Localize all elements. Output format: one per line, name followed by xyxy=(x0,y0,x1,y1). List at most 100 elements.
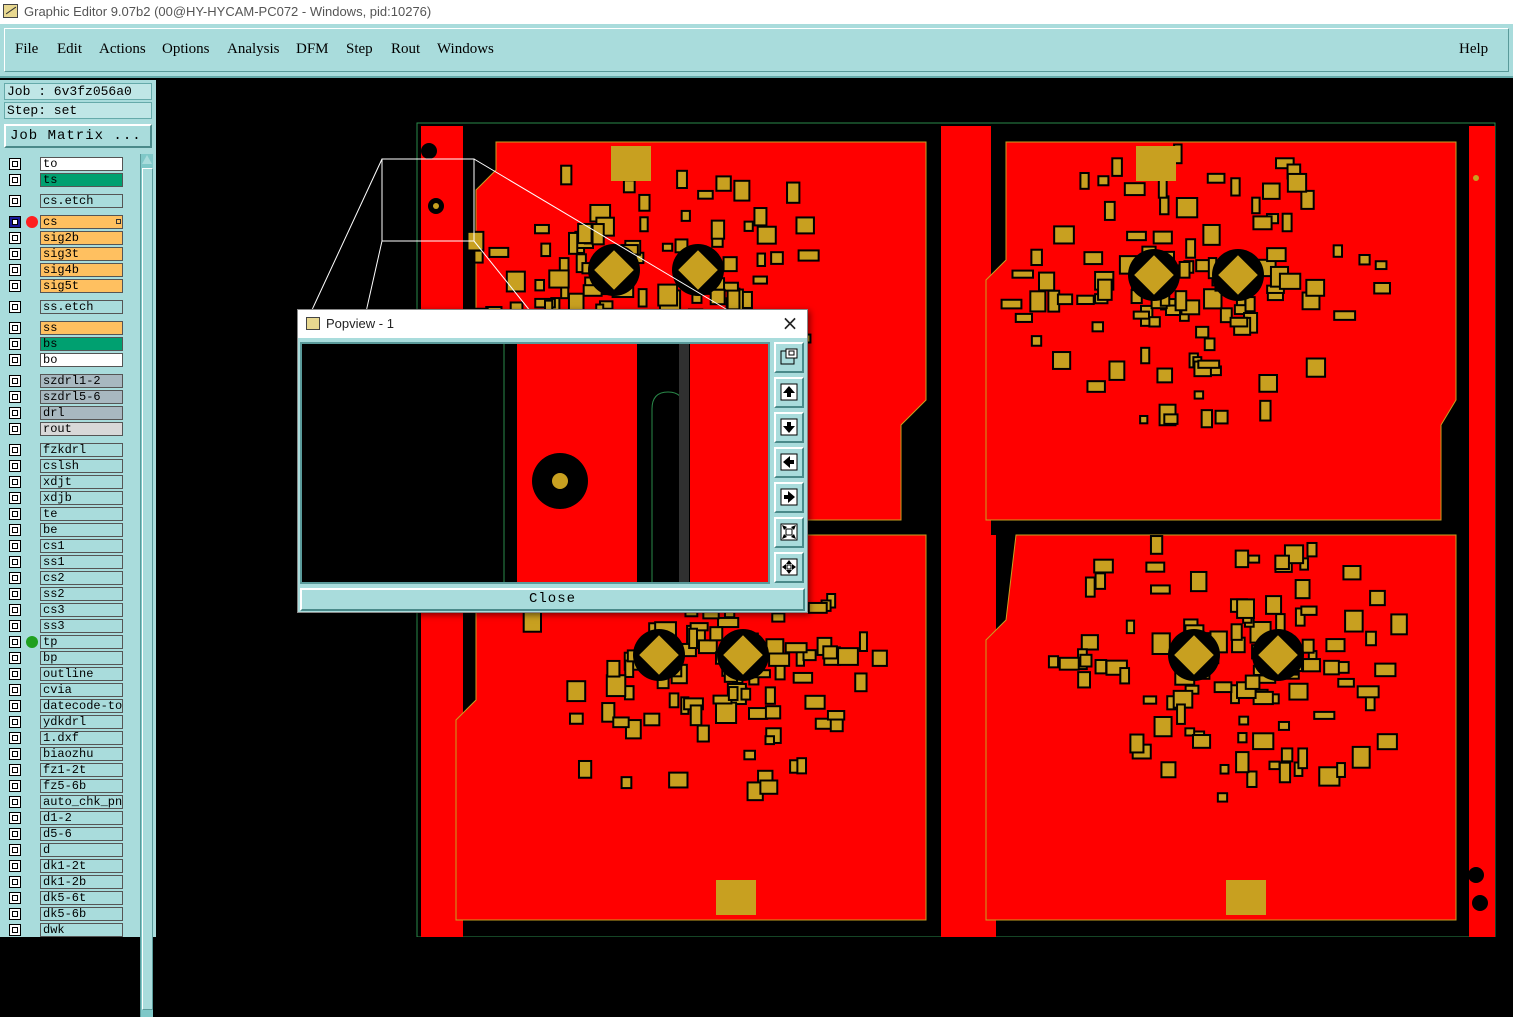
layer-row[interactable]: cs.etch xyxy=(4,193,138,209)
layer-checkbox[interactable] xyxy=(9,301,21,313)
layer-name[interactable]: d5-6 xyxy=(40,827,123,841)
menu-options[interactable]: Options xyxy=(162,41,210,58)
layer-row[interactable]: cs1 xyxy=(4,538,138,554)
layer-row[interactable]: ss.etch xyxy=(4,299,138,315)
menu-edit[interactable]: Edit xyxy=(57,41,82,58)
layer-name[interactable]: biaozhu xyxy=(40,747,123,761)
layer-checkbox[interactable] xyxy=(9,174,21,186)
layer-checkbox[interactable] xyxy=(9,604,21,616)
layer-row[interactable]: d xyxy=(4,842,138,858)
close-icon[interactable]: × xyxy=(779,313,801,335)
layer-checkbox[interactable] xyxy=(9,195,21,207)
layer-name[interactable]: dk5-6b xyxy=(40,907,123,921)
layer-row[interactable]: fz5-6b xyxy=(4,778,138,794)
menu-windows[interactable]: Windows xyxy=(437,41,494,58)
layer-row[interactable]: 1.dxf xyxy=(4,730,138,746)
layer-name[interactable]: rout xyxy=(40,422,123,436)
layer-name[interactable]: datecode-to xyxy=(40,699,123,713)
menu-dfm[interactable]: DFM xyxy=(296,41,329,58)
layer-name[interactable]: to xyxy=(40,157,123,171)
layer-row[interactable]: datecode-to xyxy=(4,698,138,714)
layer-name[interactable]: d xyxy=(40,843,123,857)
layer-checkbox[interactable] xyxy=(9,668,21,680)
layer-row[interactable]: ss3 xyxy=(4,618,138,634)
layer-checkbox[interactable] xyxy=(9,158,21,170)
layer-name[interactable]: fz5-6b xyxy=(40,779,123,793)
layer-name[interactable]: be xyxy=(40,523,123,537)
zoom-box-icon[interactable] xyxy=(774,342,804,373)
layer-name[interactable]: xdjb xyxy=(40,491,123,505)
layer-name[interactable]: fzkdrl xyxy=(40,443,123,457)
layer-row[interactable]: dk1-2t xyxy=(4,858,138,874)
popview-canvas[interactable] xyxy=(300,342,770,584)
layer-name[interactable]: ydkdrl xyxy=(40,715,123,729)
layer-checkbox[interactable] xyxy=(9,460,21,472)
layer-checkbox[interactable] xyxy=(9,524,21,536)
popview-close-button[interactable]: Close xyxy=(300,588,805,611)
layer-name[interactable]: d1-2 xyxy=(40,811,123,825)
layer-row[interactable]: cvia xyxy=(4,682,138,698)
layer-checkbox[interactable] xyxy=(9,796,21,808)
layer-checkbox[interactable] xyxy=(9,828,21,840)
layer-row[interactable]: cs3 xyxy=(4,602,138,618)
popview-title-bar[interactable]: Popview - 1 × xyxy=(298,310,807,338)
layer-name[interactable]: 1.dxf xyxy=(40,731,123,745)
layer-name[interactable]: sig4b xyxy=(40,263,123,277)
layer-row[interactable]: tp xyxy=(4,634,138,650)
layer-name[interactable]: bp xyxy=(40,651,123,665)
layer-row[interactable]: dk1-2b xyxy=(4,874,138,890)
layer-checkbox[interactable] xyxy=(9,354,21,366)
layer-name[interactable]: bs xyxy=(40,337,123,351)
menu-rout[interactable]: Rout xyxy=(391,41,420,58)
layer-name[interactable]: fz1-2t xyxy=(40,763,123,777)
layer-checkbox[interactable] xyxy=(9,844,21,856)
layer-name[interactable]: cslsh xyxy=(40,459,123,473)
layer-checkbox[interactable] xyxy=(9,924,21,936)
layer-checkbox[interactable] xyxy=(9,892,21,904)
layer-row[interactable]: te xyxy=(4,506,138,522)
layer-checkbox[interactable] xyxy=(9,391,21,403)
layer-list-scrollbar[interactable] xyxy=(140,154,153,1017)
job-matrix-button[interactable]: Job Matrix ... xyxy=(4,124,152,148)
layer-row[interactable]: to xyxy=(4,156,138,172)
zoom-in-icon[interactable] xyxy=(774,517,804,548)
layer-name[interactable]: ts xyxy=(40,173,123,187)
layer-name[interactable]: sig5t xyxy=(40,279,123,293)
layer-checkbox[interactable] xyxy=(9,876,21,888)
layer-name[interactable]: dk1-2t xyxy=(40,859,123,873)
menu-step[interactable]: Step xyxy=(346,41,373,58)
layer-row[interactable]: dk5-6t xyxy=(4,890,138,906)
layer-name[interactable]: outline xyxy=(40,667,123,681)
layer-row[interactable]: dwk xyxy=(4,922,138,937)
layer-row[interactable]: outline xyxy=(4,666,138,682)
layer-name[interactable]: bo xyxy=(40,353,123,367)
layer-checkbox[interactable] xyxy=(9,444,21,456)
pan-right-icon[interactable] xyxy=(774,482,804,513)
layer-row[interactable]: be xyxy=(4,522,138,538)
layer-name[interactable]: ss xyxy=(40,321,123,335)
layer-row[interactable]: ydkdrl xyxy=(4,714,138,730)
layer-checkbox[interactable] xyxy=(9,780,21,792)
layer-row[interactable]: dk5-6b xyxy=(4,906,138,922)
layer-row[interactable]: bs xyxy=(4,336,138,352)
layer-name[interactable]: ss1 xyxy=(40,555,123,569)
layer-row[interactable]: cs xyxy=(4,214,138,230)
layer-checkbox[interactable] xyxy=(9,764,21,776)
layer-checkbox[interactable] xyxy=(9,620,21,632)
menu-help[interactable]: Help xyxy=(1459,41,1488,58)
pan-down-icon[interactable] xyxy=(774,412,804,443)
layer-row[interactable]: bp xyxy=(4,650,138,666)
layer-name[interactable]: cs.etch xyxy=(40,194,123,208)
layer-checkbox[interactable] xyxy=(9,508,21,520)
layer-name[interactable]: dk5-6t xyxy=(40,891,123,905)
pan-up-icon[interactable] xyxy=(774,377,804,408)
layer-checkbox[interactable] xyxy=(9,572,21,584)
layer-checkbox[interactable] xyxy=(9,322,21,334)
layer-row[interactable]: ts xyxy=(4,172,138,188)
layer-name[interactable]: szdrl1-2 xyxy=(40,374,123,388)
layer-name[interactable]: sig3t xyxy=(40,247,123,261)
layer-checkbox[interactable] xyxy=(9,636,21,648)
layer-checkbox[interactable] xyxy=(9,248,21,260)
layer-name[interactable]: xdjt xyxy=(40,475,123,489)
layer-name[interactable]: drl xyxy=(40,406,123,420)
